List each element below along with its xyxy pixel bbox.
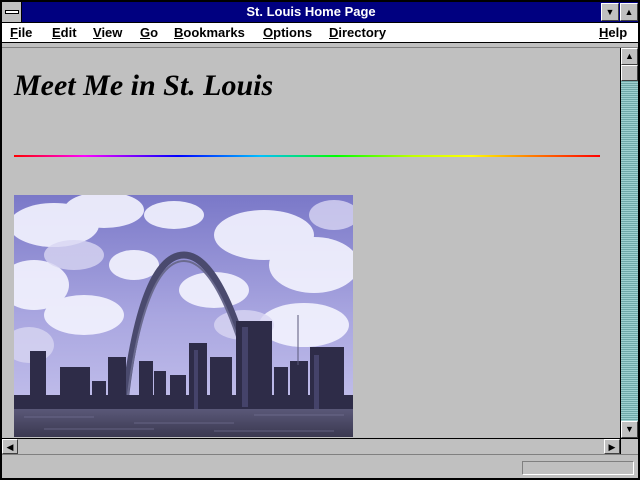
menu-options[interactable]: Options [263,25,312,40]
status-bar [2,454,638,478]
status-text [6,461,518,475]
menu-edit-rest: dit [60,25,77,40]
menu-bookmarks[interactable]: Bookmarks [174,25,245,40]
menu-edit-key: E [52,25,61,40]
maximize-button[interactable]: ▲ [620,3,638,21]
rainbow-divider [14,155,600,157]
menu-file[interactable]: File [10,25,32,40]
menu-go[interactable]: Go [140,25,158,40]
vertical-scrollbar[interactable]: ▲ ▼ [620,48,638,438]
scroll-left-button[interactable]: ◀ [2,439,18,454]
menu-directory-key: D [329,25,339,40]
menu-bar: File Edit View Go Bookmarks Options Dire… [2,23,638,43]
page-content: Meet Me in St. Louis [2,49,620,437]
menu-view-rest: iew [101,25,123,40]
menu-directory[interactable]: Directory [329,25,386,40]
menu-directory-rest: irectory [338,25,387,40]
minimize-button[interactable]: ▼ [601,3,619,21]
vertical-scroll-thumb[interactable] [621,65,638,81]
menu-bookmarks-rest: ookmarks [183,25,245,40]
menu-go-rest: o [150,25,159,40]
menu-view[interactable]: View [93,25,122,40]
page-heading: Meet Me in St. Louis [14,69,274,102]
menu-go-key: G [140,25,151,40]
menu-help[interactable]: Help [599,25,627,40]
gateway-arch-photo [14,195,353,437]
menu-bookmarks-key: B [174,25,184,40]
toolbar-strip [2,44,638,48]
browser-window: St. Louis Home Page ▼ ▲ File Edit View G… [0,0,640,480]
scroll-right-button[interactable]: ▶ [604,439,620,454]
menu-file-key: F [10,25,18,40]
menu-options-rest: ptions [273,25,313,40]
menu-help-rest: elp [608,25,628,40]
menu-options-key: O [263,25,274,40]
scrollbar-corner [620,438,638,454]
scroll-up-button[interactable]: ▲ [621,48,638,65]
scroll-down-button[interactable]: ▼ [621,421,638,438]
menu-edit[interactable]: Edit [52,25,77,40]
status-progress-box [522,461,634,475]
menu-file-rest: ile [17,25,33,40]
horizontal-scrollbar[interactable]: ◀ ▶ [2,438,620,454]
system-menu-icon[interactable] [2,2,22,22]
title-bar[interactable]: St. Louis Home Page ▼ ▲ [2,2,638,23]
window-title: St. Louis Home Page [246,4,376,19]
menu-help-key: H [599,25,609,40]
